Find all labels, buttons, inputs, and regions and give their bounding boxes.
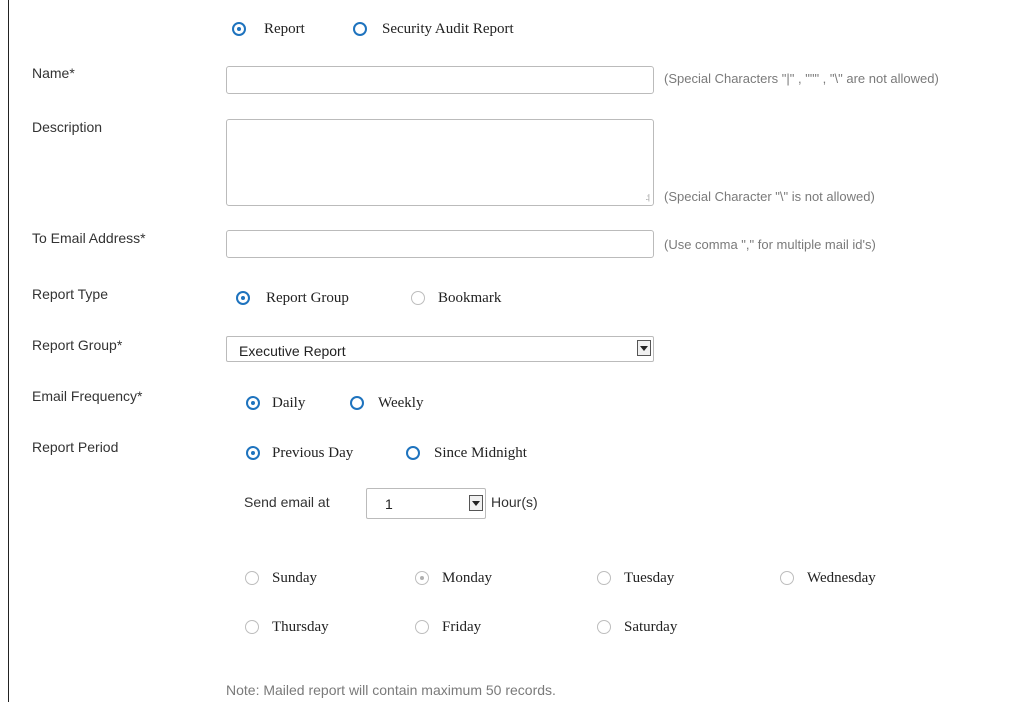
daily-radio-label: Daily bbox=[272, 395, 306, 411]
records-note: Note: Mailed report will contain maximum… bbox=[226, 682, 556, 698]
weekday-thursday-radio[interactable] bbox=[245, 620, 259, 634]
weekday-thursday-label: Thursday bbox=[272, 619, 329, 635]
previous-day-radio-label: Previous Day bbox=[272, 445, 354, 461]
send-hour-value: 1 bbox=[385, 496, 393, 512]
daily-radio[interactable] bbox=[246, 396, 260, 410]
weekday-tuesday-label: Tuesday bbox=[624, 570, 675, 586]
report-radio-label: Report bbox=[264, 21, 305, 37]
weekday-friday-label: Friday bbox=[442, 619, 482, 635]
weekday-wednesday-radio[interactable] bbox=[780, 571, 794, 585]
security-audit-report-radio[interactable] bbox=[353, 22, 367, 36]
weekday-saturday-radio[interactable] bbox=[597, 620, 611, 634]
name-input[interactable] bbox=[226, 66, 654, 94]
email-label: To Email Address* bbox=[32, 230, 146, 246]
report-period-label: Report Period bbox=[32, 439, 119, 455]
weekday-saturday-label: Saturday bbox=[624, 619, 678, 635]
name-hint: (Special Characters "|" , """ , "\" are … bbox=[664, 71, 939, 86]
weekly-radio[interactable] bbox=[350, 396, 364, 410]
weekday-monday-label: Monday bbox=[442, 570, 492, 586]
report-group-label: Report Group* bbox=[32, 337, 123, 353]
since-midnight-radio-label: Since Midnight bbox=[434, 445, 527, 461]
report-radio[interactable] bbox=[232, 22, 246, 36]
description-hint: (Special Character "\" is not allowed) bbox=[664, 189, 875, 204]
bookmark-radio-label: Bookmark bbox=[438, 290, 502, 306]
weekly-radio-label: Weekly bbox=[378, 395, 424, 411]
dropdown-arrow-icon[interactable] bbox=[637, 340, 651, 356]
hours-suffix-label: Hour(s) bbox=[491, 494, 538, 510]
hour-dropdown-arrow-icon[interactable] bbox=[469, 495, 483, 511]
weekday-friday-radio[interactable] bbox=[415, 620, 429, 634]
weekday-sunday-radio[interactable] bbox=[245, 571, 259, 585]
left-border bbox=[8, 0, 9, 702]
email-frequency-label: Email Frequency* bbox=[32, 388, 143, 404]
description-label: Description bbox=[32, 119, 103, 135]
report-group-select[interactable]: Executive Report bbox=[226, 336, 654, 362]
security-audit-report-label: Security Audit Report bbox=[382, 21, 514, 37]
name-label: Name* bbox=[32, 65, 75, 81]
weekday-tuesday-radio[interactable] bbox=[597, 571, 611, 585]
send-email-at-label: Send email at bbox=[244, 494, 330, 510]
email-input[interactable] bbox=[226, 230, 654, 258]
report-group-select-value: Executive Report bbox=[239, 343, 346, 359]
description-textarea[interactable]: .:| bbox=[226, 119, 654, 206]
previous-day-radio[interactable] bbox=[246, 446, 260, 460]
send-hour-select[interactable]: 1 bbox=[366, 488, 486, 519]
report-group-radio-label: Report Group bbox=[266, 290, 349, 306]
weekday-sunday-label: Sunday bbox=[272, 570, 317, 586]
weekday-monday-radio[interactable] bbox=[415, 571, 429, 585]
since-midnight-radio[interactable] bbox=[406, 446, 420, 460]
report-group-radio[interactable] bbox=[236, 291, 250, 305]
weekday-wednesday-label: Wednesday bbox=[807, 570, 876, 586]
email-hint: (Use comma "," for multiple mail id's) bbox=[664, 237, 876, 252]
bookmark-radio[interactable] bbox=[411, 291, 425, 305]
report-type-label: Report Type bbox=[32, 286, 109, 302]
resize-grip-icon[interactable]: .:| bbox=[645, 193, 649, 202]
